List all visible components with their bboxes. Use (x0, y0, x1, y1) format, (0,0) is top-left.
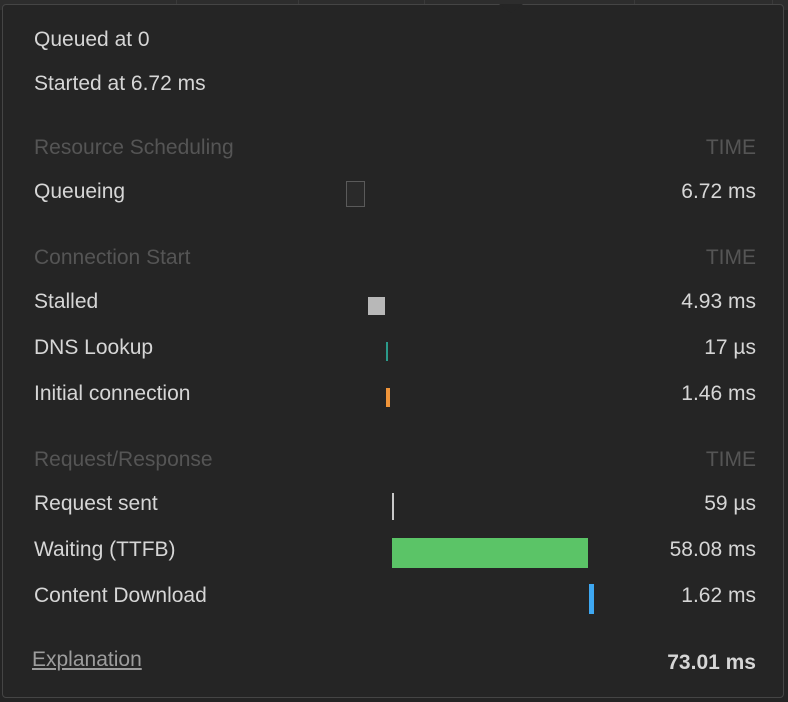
section-header-request-response: Request/Response (34, 448, 213, 471)
row-value-waiting-ttfb: 58.08 ms (669, 538, 756, 561)
queued-at-text: Queued at 0 (34, 28, 150, 51)
row-value-dns-lookup: 17 µs (704, 336, 756, 359)
row-value-stalled: 4.93 ms (681, 290, 756, 313)
row-label-waiting-ttfb: Waiting (TTFB) (34, 538, 176, 561)
row-label-request-sent: Request sent (34, 492, 158, 515)
popover-arrow (497, 4, 525, 14)
row-label-content-download: Content Download (34, 584, 207, 607)
row-value-request-sent: 59 µs (704, 492, 756, 515)
started-at-text: Started at 6.72 ms (34, 72, 206, 95)
request-sent-bar (392, 493, 394, 520)
waiting-ttfb-bar (392, 538, 588, 568)
row-label-dns-lookup: DNS Lookup (34, 336, 154, 359)
row-value-initial-connection: 1.46 ms (681, 382, 756, 405)
row-label-stalled: Stalled (34, 290, 99, 313)
row-value-queueing: 6.72 ms (681, 180, 756, 203)
stalled-bar (368, 297, 385, 315)
queueing-bar (346, 181, 365, 207)
row-label-initial-connection: Initial connection (34, 382, 191, 405)
time-column-header: TIME (705, 448, 756, 471)
section-header-connection-start: Connection Start (34, 246, 191, 269)
row-label-queueing: Queueing (34, 180, 126, 203)
row-value-content-download: 1.62 ms (681, 584, 756, 607)
explanation-link[interactable]: Explanation (32, 648, 142, 672)
initial-connection-bar (386, 388, 390, 407)
section-header-resource-scheduling: Resource Scheduling (34, 136, 234, 159)
dns-lookup-bar (386, 342, 388, 361)
total-duration: 73.01 ms (667, 651, 756, 674)
time-column-header: TIME (705, 246, 756, 269)
content-download-bar (589, 584, 594, 614)
time-column-header: TIME (705, 136, 756, 159)
